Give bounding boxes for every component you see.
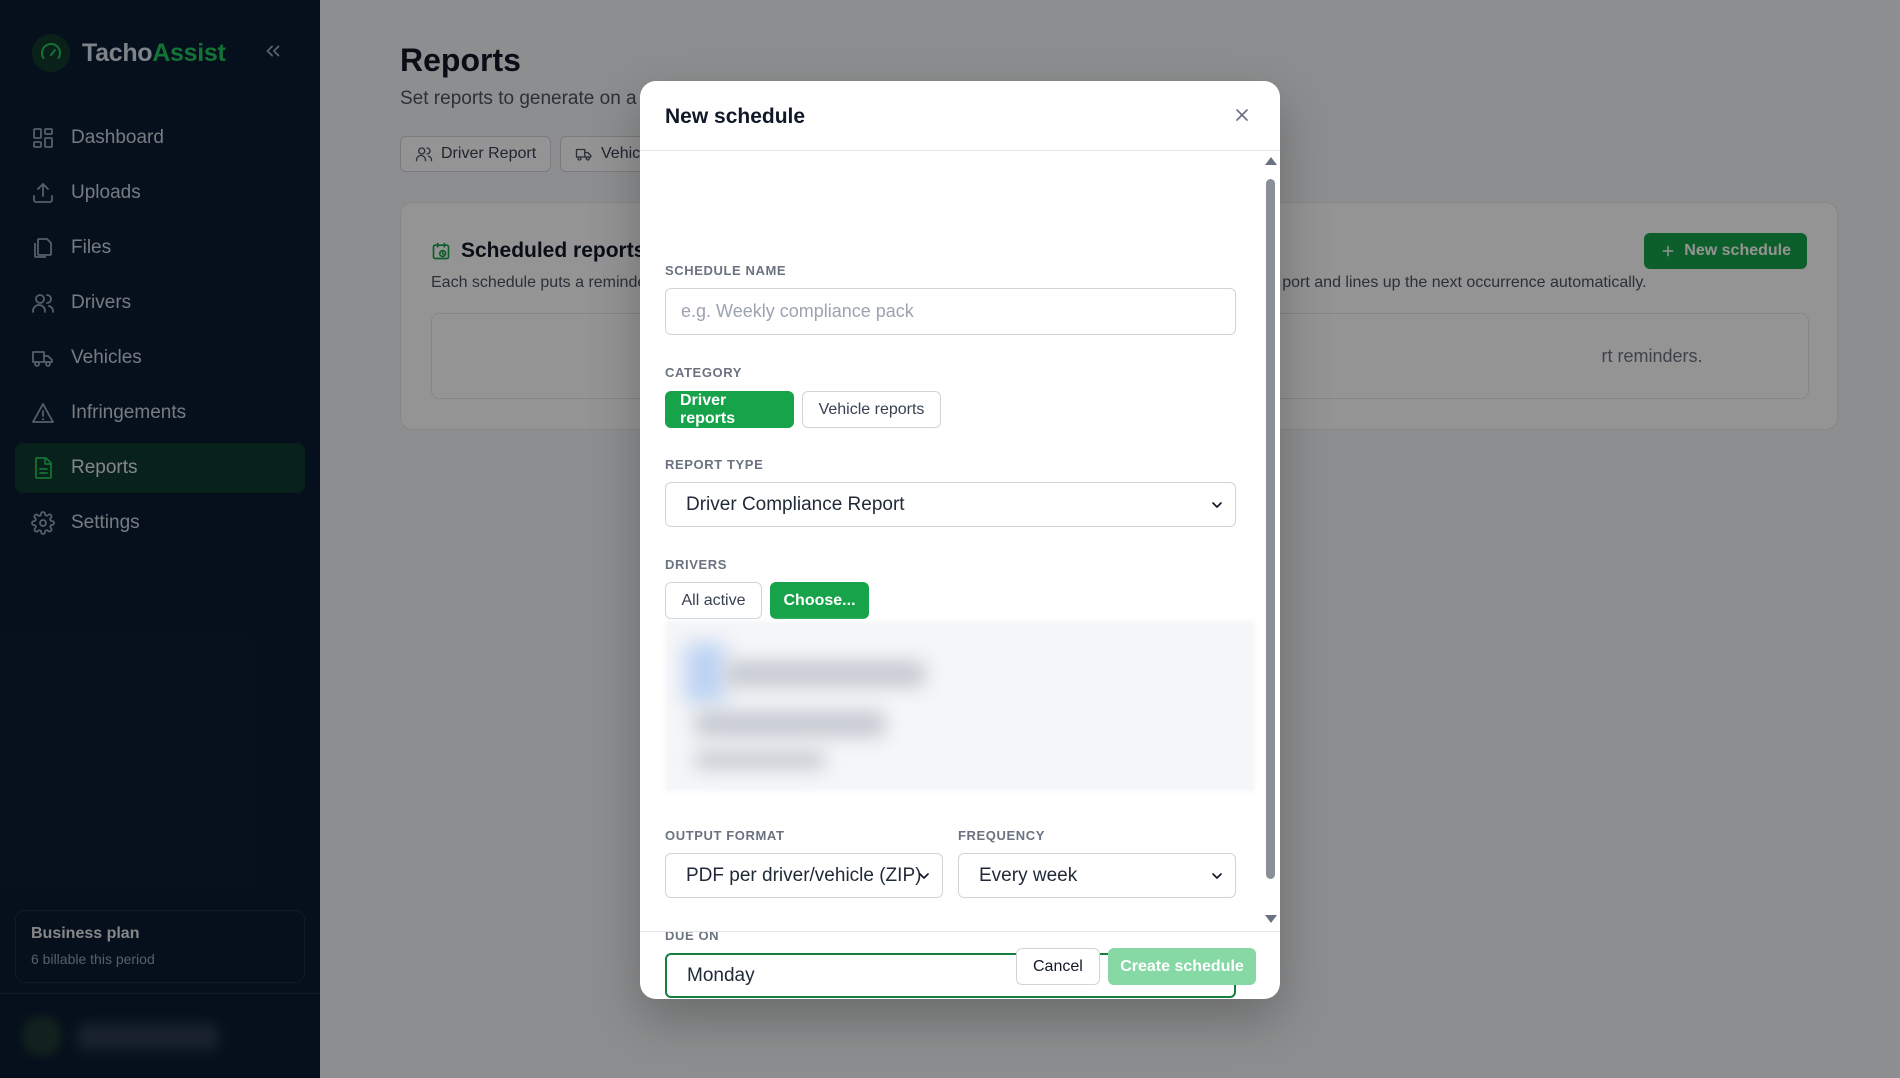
- driver-list-redacted: [665, 621, 1255, 791]
- frequency-label: FREQUENCY: [958, 828, 1046, 843]
- dialog-title: New schedule: [665, 105, 806, 128]
- scrollbar-thumb[interactable]: [1266, 179, 1275, 879]
- create-schedule-button[interactable]: Create schedule: [1108, 948, 1256, 985]
- report-type-select[interactable]: Driver Compliance Report: [665, 482, 1236, 527]
- drivers-all-active-button[interactable]: All active: [665, 582, 762, 619]
- dialog-scrollbar[interactable]: [1263, 157, 1277, 923]
- frequency-select[interactable]: Every week: [958, 853, 1236, 898]
- scroll-up-arrow-icon[interactable]: [1265, 157, 1277, 165]
- category-label: CATEGORY: [665, 365, 743, 380]
- chevron-down-icon: [919, 873, 929, 879]
- cancel-button[interactable]: Cancel: [1016, 948, 1100, 985]
- output-format-select[interactable]: PDF per driver/vehicle (ZIP): [665, 853, 943, 898]
- new-schedule-dialog: New schedule SCHEDULE NAME CATEGORY Driv…: [640, 81, 1280, 999]
- schedule-name-input[interactable]: [665, 288, 1236, 335]
- category-driver-reports-button[interactable]: Driver reports: [665, 391, 794, 428]
- drivers-label: DRIVERS: [665, 557, 727, 572]
- scroll-down-arrow-icon[interactable]: [1265, 915, 1277, 923]
- close-icon[interactable]: [1232, 105, 1252, 125]
- output-format-label: OUTPUT FORMAT: [665, 828, 785, 843]
- category-vehicle-reports-button[interactable]: Vehicle reports: [802, 391, 941, 428]
- chevron-down-icon: [1212, 502, 1222, 508]
- report-type-value: Driver Compliance Report: [686, 493, 905, 515]
- frequency-value: Every week: [979, 864, 1078, 886]
- drivers-choose-button[interactable]: Choose...: [770, 582, 869, 619]
- dialog-body: SCHEDULE NAME CATEGORY Driver reports Ve…: [640, 151, 1280, 998]
- dialog-header: New schedule: [640, 81, 1280, 151]
- chevron-down-icon: [1212, 873, 1222, 879]
- output-format-value: PDF per driver/vehicle (ZIP): [686, 864, 922, 886]
- dialog-footer: Cancel Create schedule: [640, 931, 1280, 999]
- report-type-label: REPORT TYPE: [665, 457, 764, 472]
- schedule-name-label: SCHEDULE NAME: [665, 263, 787, 278]
